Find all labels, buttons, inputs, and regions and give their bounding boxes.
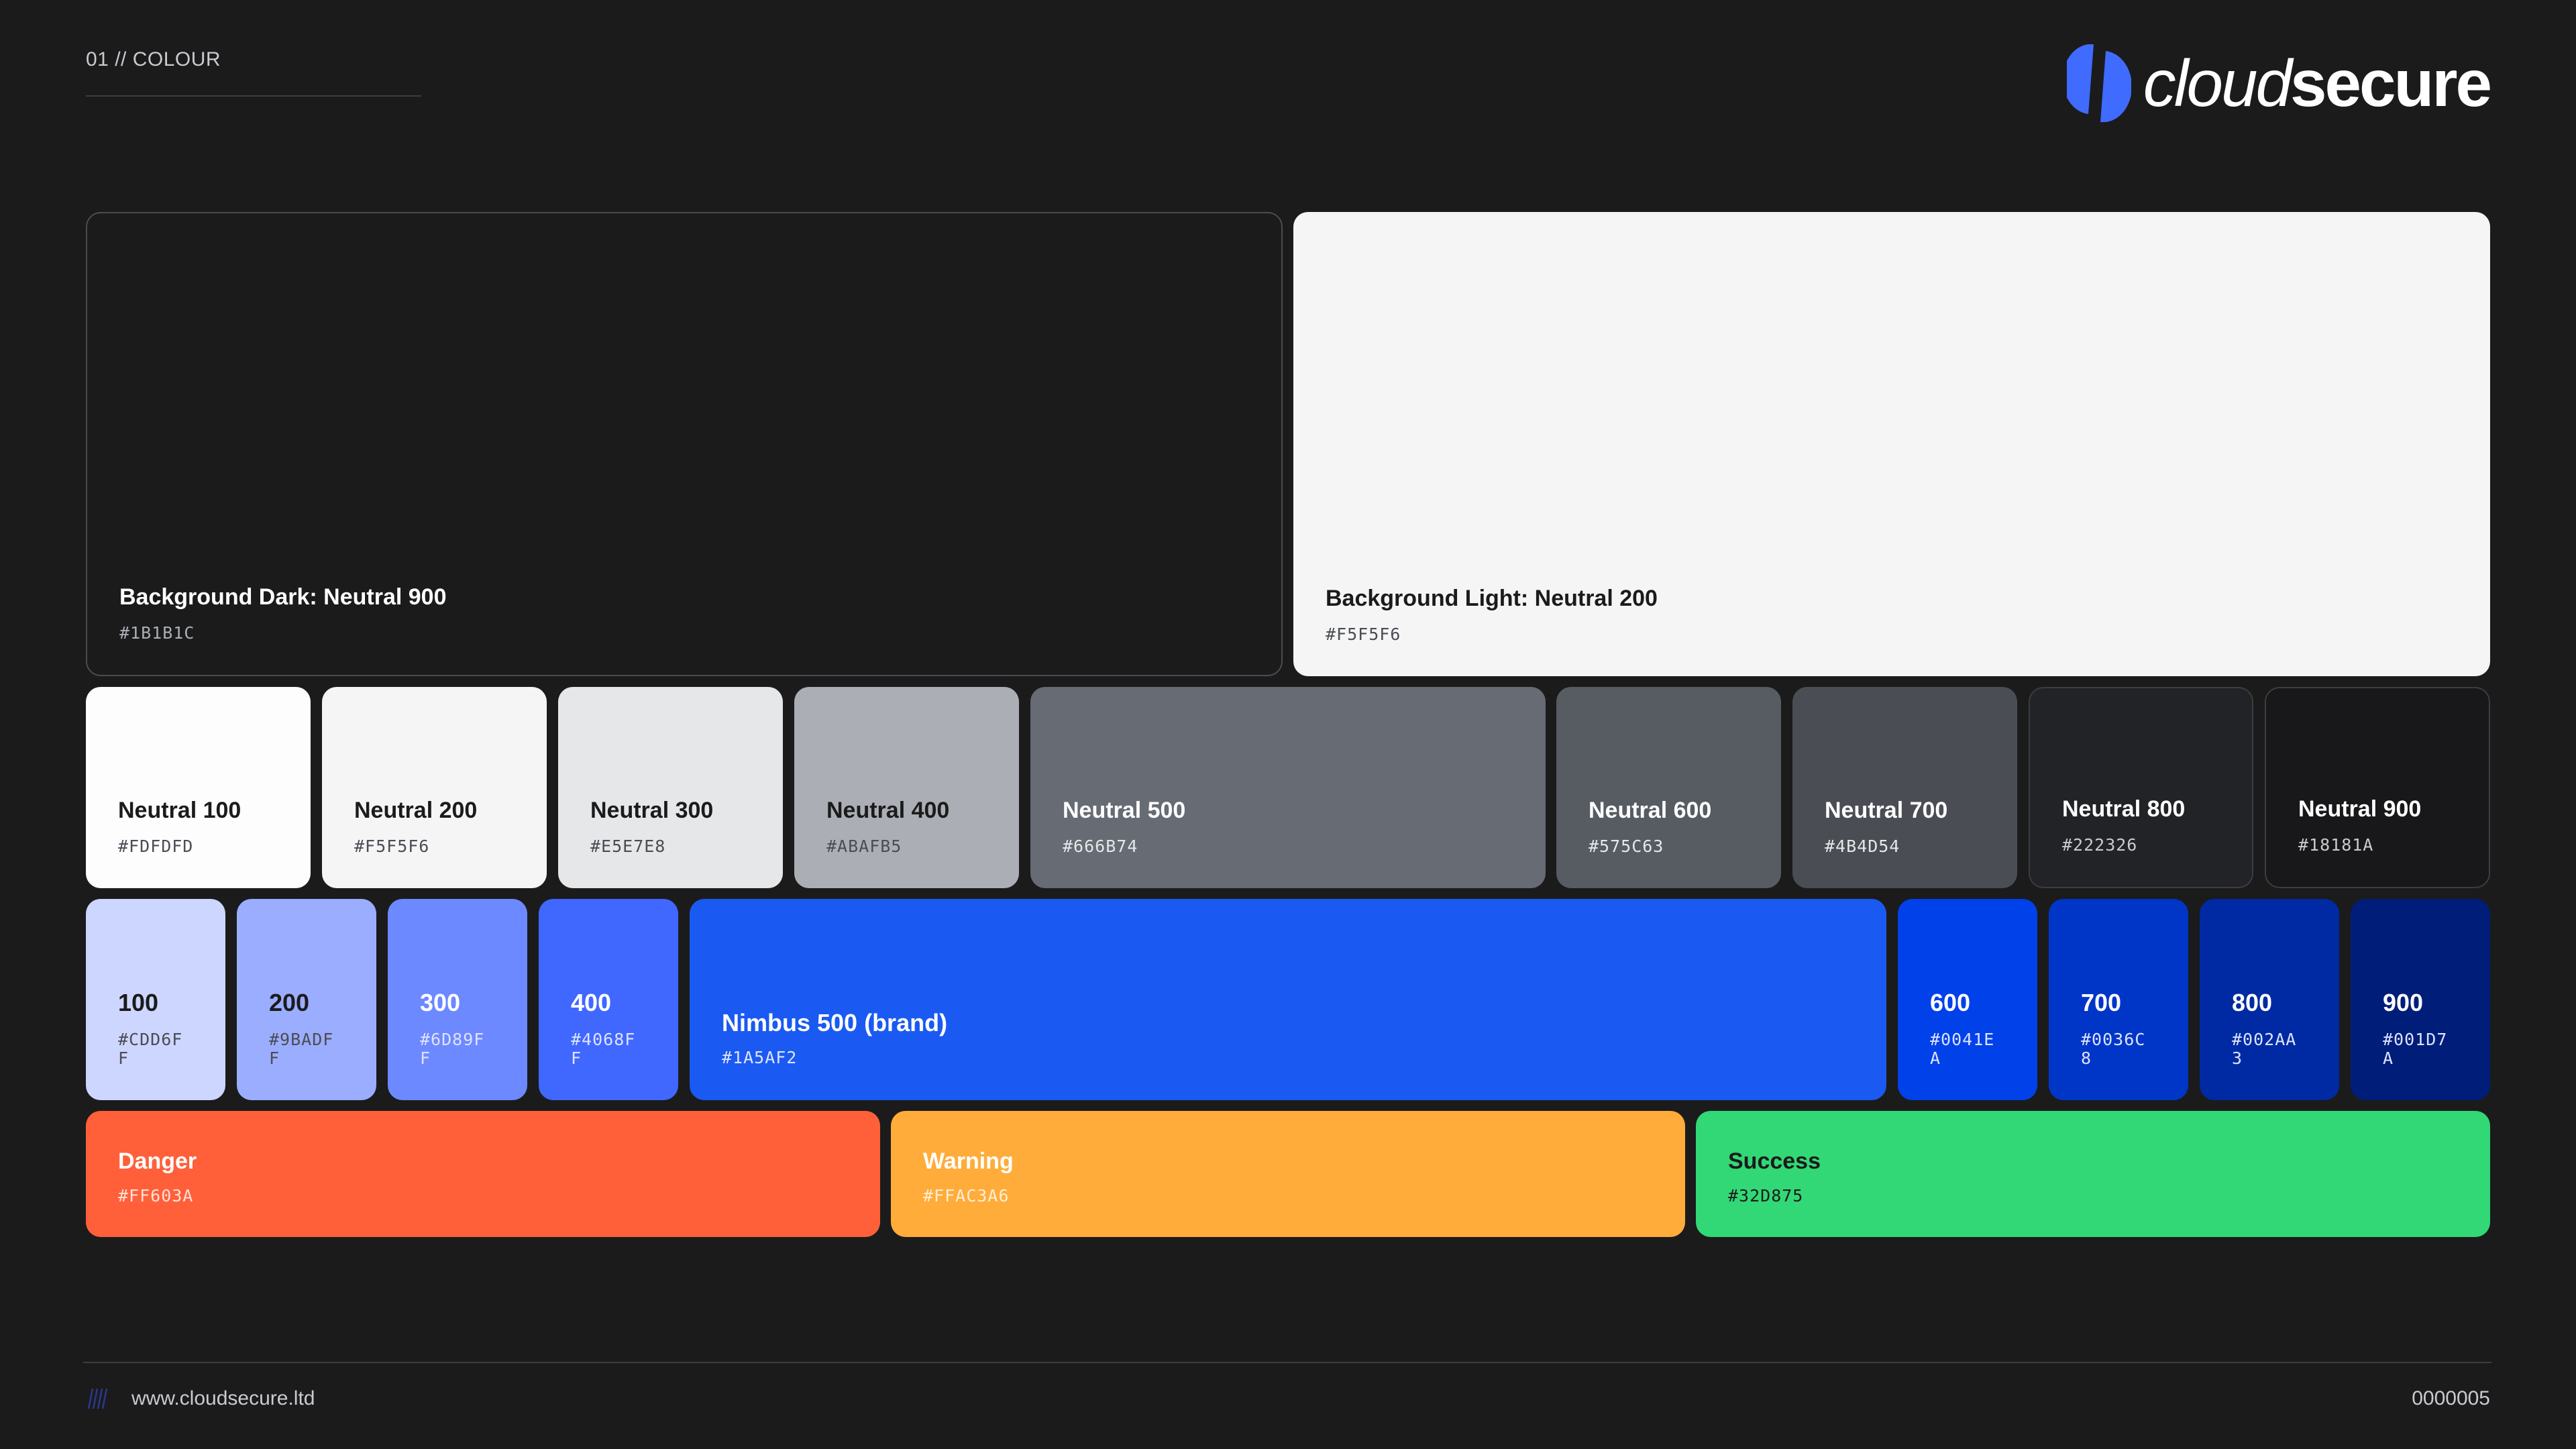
swatch-hex: #FF603A [118,1186,194,1205]
swatch-name: Success [1728,1148,1821,1174]
swatch-warning: Warning #FFAC3A6 [891,1111,1685,1237]
swatch-hex: #CDD6FF [118,1030,183,1068]
swatch-name: Warning [923,1148,1014,1174]
cloudsecure-logo: cloudsecure [2066,44,2492,122]
swatch-name: Neutral 200 [354,798,478,823]
swatch-name: 600 [1930,989,1971,1016]
swatch-hex: #4068FF [571,1030,636,1068]
swatch-background-light: Background Light: Neutral 200 #F5F5F6 [1293,212,2490,676]
swatch-hex: #0036C8 [2081,1030,2146,1068]
hatch-mark-icon [86,1388,110,1409]
swatch-hex: #FFAC3A6 [923,1186,1010,1205]
logo-word-secure: secure [2290,46,2492,120]
swatch-name: Neutral 800 [2062,796,2186,822]
swatch-name: 800 [2232,989,2273,1016]
swatch-name: Background Dark: Neutral 900 [119,584,447,610]
swatch-name: 200 [269,989,310,1016]
swatch-nimbus-300: 300 #6D89FF [388,899,527,1100]
swatch-name: Neutral 300 [590,798,714,823]
swatch-hex: #575C63 [1589,837,1664,856]
swatch-nimbus-900: 900 #001D7A [2351,899,2490,1100]
swatch-neutral-600: Neutral 600 #575C63 [1556,687,1781,888]
swatch-hex: #666B74 [1063,837,1138,856]
page-number: 0000005 [2412,1387,2490,1409]
swatch-hex: #6D89FF [420,1030,485,1068]
swatch-name: 400 [571,989,612,1016]
swatch-hex: #E5E7E8 [590,837,666,856]
swatch-nimbus-500-brand: Nimbus 500 (brand) #1A5AF2 [690,899,1886,1100]
swatch-background-dark: Background Dark: Neutral 900 #1B1B1C [86,212,1283,676]
swatch-nimbus-100: 100 #CDD6FF [86,899,225,1100]
swatch-success: Success #32D875 [1696,1111,2490,1237]
swatch-name: 300 [420,989,461,1016]
swatch-hex: #1B1B1C [119,623,195,643]
swatch-hex: #001D7A [2383,1030,2448,1068]
swatch-name: 900 [2383,989,2424,1016]
swatch-nimbus-800: 800 #002AA3 [2200,899,2339,1100]
logo-word-cloud: cloud [2143,46,2292,120]
swatch-nimbus-200: 200 #9BADFF [237,899,376,1100]
section-divider [86,95,421,97]
swatch-hex: #002AA3 [2232,1030,2297,1068]
colour-palette-page: 01 // COLOUR cloudsecure Background Dark… [0,0,2576,1449]
swatch-hex: #32D875 [1728,1186,1804,1205]
swatch-hex: #F5F5F6 [354,837,430,856]
swatch-neutral-500: Neutral 500 #666B74 [1030,687,1546,888]
swatch-hex: #F5F5F6 [1326,625,1401,644]
swatch-hex: #9BADFF [269,1030,334,1068]
swatch-nimbus-700: 700 #0036C8 [2049,899,2188,1100]
swatch-hex: #18181A [2298,835,2374,855]
swatch-hex: #1A5AF2 [722,1048,798,1067]
swatch-neutral-400: Neutral 400 #ABAFB5 [794,687,1019,888]
swatch-neutral-800: Neutral 800 #222326 [2029,687,2253,888]
swatch-name: Neutral 500 [1063,798,1186,823]
swatch-hex: #0041EA [1930,1030,1995,1068]
swatch-name: Neutral 900 [2298,796,2422,822]
cloudsecure-logo-icon [2066,44,2131,122]
swatch-neutral-100: Neutral 100 #FDFDFD [86,687,311,888]
swatch-neutral-900: Neutral 900 #18181A [2265,687,2490,888]
swatch-name: Neutral 700 [1825,798,1948,823]
swatch-name: 700 [2081,989,2122,1016]
swatch-hex: #4B4D54 [1825,837,1900,856]
swatch-name: Danger [118,1148,197,1174]
swatch-name: Nimbus 500 (brand) [722,1009,948,1036]
swatch-hex: #ABAFB5 [826,837,902,856]
swatch-name: Neutral 100 [118,798,241,823]
swatch-name: Neutral 400 [826,798,950,823]
swatch-nimbus-600: 600 #0041EA [1898,899,2037,1100]
footer-divider [83,1362,2491,1363]
swatch-hex: #222326 [2062,835,2138,855]
swatch-hex: #FDFDFD [118,837,194,856]
swatch-neutral-200: Neutral 200 #F5F5F6 [322,687,547,888]
swatch-name: Neutral 600 [1589,798,1712,823]
logo-wordmark: cloudsecure [2143,50,2492,116]
swatch-neutral-300: Neutral 300 #E5E7E8 [558,687,783,888]
swatch-danger: Danger #FF603A [86,1111,880,1237]
swatch-nimbus-400: 400 #4068FF [539,899,678,1100]
swatch-name: 100 [118,989,159,1016]
footer-url[interactable]: www.cloudsecure.ltd [131,1387,315,1410]
section-label: 01 // COLOUR [86,48,221,70]
swatch-neutral-700: Neutral 700 #4B4D54 [1792,687,2017,888]
swatch-name: Background Light: Neutral 200 [1326,586,1658,611]
